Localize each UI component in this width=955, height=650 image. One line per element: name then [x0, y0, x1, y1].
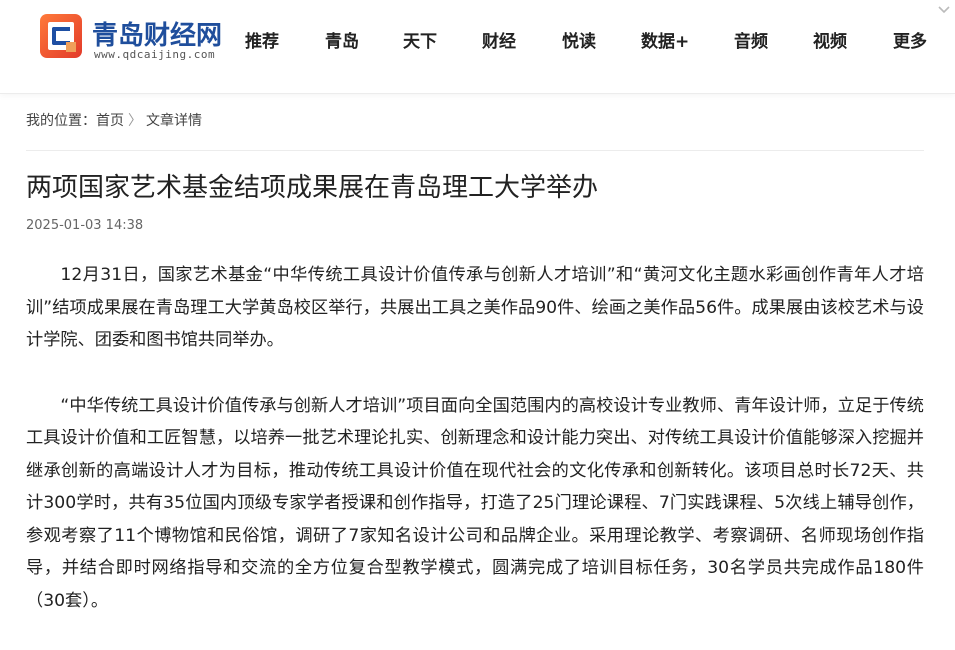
nav-item-finance[interactable]: 财经 — [482, 27, 516, 52]
breadcrumb-current: 文章详情 — [146, 113, 202, 129]
article-paragraph: “中华传统工具设计价值传承与创新人才培训”项目面向全国范围内的高校设计专业教师、… — [26, 395, 924, 611]
chevron-down-icon[interactable] — [938, 3, 950, 17]
logo-name: 青岛财经网 — [92, 21, 223, 51]
nav-item-reading[interactable]: 悦读 — [562, 27, 596, 52]
logo-domain: www.qdcaijing.com — [94, 48, 216, 61]
nav-item-world[interactable]: 天下 — [403, 27, 437, 52]
breadcrumb-home-link[interactable]: 首页 — [96, 113, 124, 129]
breadcrumb-prefix: 我的位置： — [26, 113, 96, 129]
nav-item-more[interactable]: 更多 — [893, 27, 927, 52]
article-title: 两项国家艺术基金结项成果展在青岛理工大学举办 — [26, 173, 599, 203]
breadcrumb-separator: 〉 — [128, 113, 142, 129]
breadcrumb: 我的位置：首页〉文章详情 — [26, 110, 202, 130]
article-body: 12月31日，国家艺术基金“中华传统工具设计价值传承与创新人才培训”和“黄河文化… — [26, 259, 924, 617]
nav-item-video[interactable]: 视频 — [813, 27, 847, 52]
site-logo[interactable]: 青岛财经网 www.qdcaijing.com — [40, 14, 223, 62]
article-date: 2025-01-03 14:38 — [26, 218, 144, 233]
breadcrumb-divider — [26, 150, 924, 151]
nav-item-qingdao[interactable]: 青岛 — [325, 27, 359, 52]
nav-item-audio[interactable]: 音频 — [734, 27, 768, 52]
site-header: 青岛财经网 www.qdcaijing.com 推荐 青岛 天下 财经 悦读 数… — [0, 0, 955, 94]
article-paragraph: 12月31日，国家艺术基金“中华传统工具设计价值传承与创新人才培训”和“黄河文化… — [26, 265, 924, 350]
logo-icon — [40, 14, 82, 58]
nav-item-data[interactable]: 数据+ — [641, 27, 689, 52]
nav-item-recommend[interactable]: 推荐 — [245, 27, 279, 52]
